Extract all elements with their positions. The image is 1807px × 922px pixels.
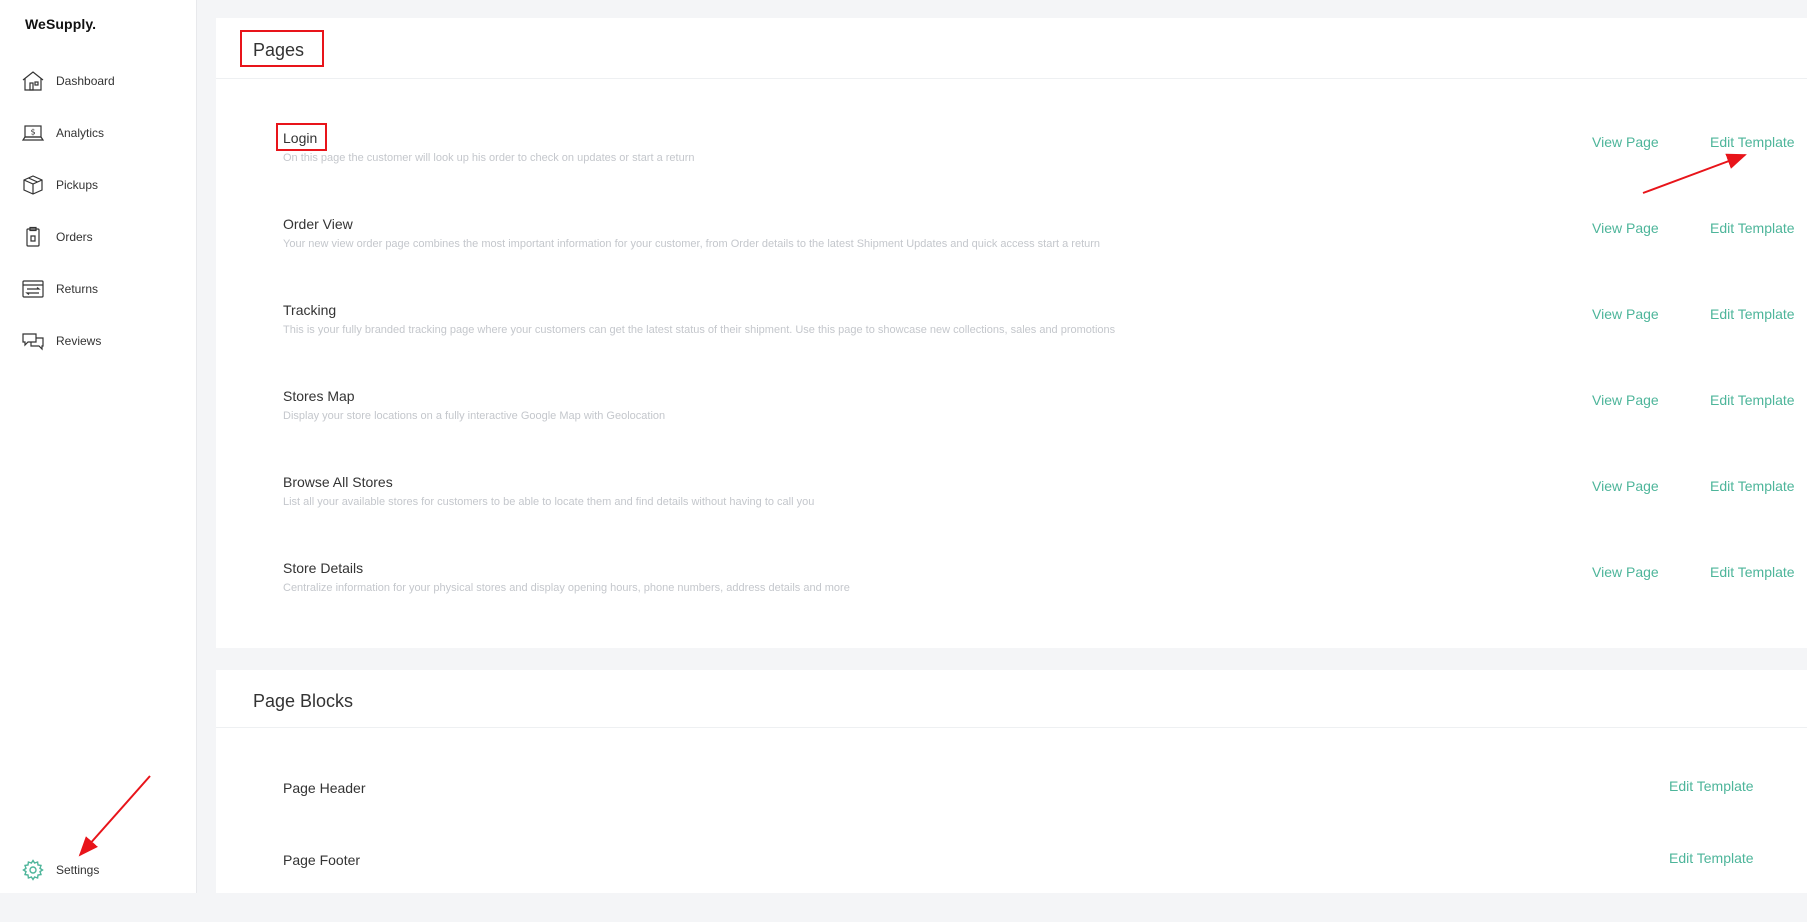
page-row-tracking: Tracking This is your fully branded trac… (216, 302, 1807, 372)
chat-icon (20, 328, 46, 354)
page-row-store-details: Store Details Centralize information for… (216, 560, 1807, 630)
page-blocks-title: Page Blocks (253, 691, 354, 711)
page-row-title: Order View (283, 216, 353, 232)
sidebar-item-returns[interactable]: Returns (20, 274, 98, 304)
block-row-page-footer: Page Footer Edit Template (216, 850, 1807, 922)
page-row-description: List all your available stores for custo… (283, 496, 815, 508)
pages-panel-header: Pages (216, 18, 1807, 79)
edit-template-link[interactable]: Edit Template (1710, 478, 1795, 494)
app-logo: WeSupply. (25, 16, 97, 32)
page-blocks-panel-header: Page Blocks (216, 670, 1807, 728)
page-row-title: Store Details (283, 560, 364, 576)
page-row-browse-all-stores: Browse All Stores List all your availabl… (216, 474, 1807, 544)
page-row-title: Stores Map (283, 388, 355, 404)
sidebar-item-label: Analytics (56, 126, 105, 140)
page-blocks-panel: Page Blocks Page Header Edit Template Pa… (216, 670, 1807, 893)
page-row-description: Centralize information for your physical… (283, 582, 850, 594)
sidebar-item-label: Pickups (56, 178, 99, 192)
edit-template-link[interactable]: Edit Template (1710, 134, 1795, 150)
sidebar-item-label: Dashboard (56, 74, 115, 88)
edit-template-link[interactable]: Edit Template (1710, 564, 1795, 580)
house-icon (20, 68, 46, 94)
sidebar-item-label: Settings (56, 863, 100, 877)
sidebar: WeSupply. Dashboard $ Analytics Pickups (0, 0, 197, 893)
box-icon (20, 172, 46, 198)
page-row-description: This is your fully branded tracking page… (283, 324, 1116, 336)
svg-text:$: $ (30, 128, 35, 137)
page-row-description: Display your store locations on a fully … (283, 410, 666, 422)
sidebar-item-pickups[interactable]: Pickups (20, 170, 98, 200)
view-page-link[interactable]: View Page (1592, 134, 1659, 150)
block-row-page-header: Page Header Edit Template (216, 778, 1807, 850)
sidebar-item-orders[interactable]: Orders (20, 222, 93, 252)
sidebar-item-reviews[interactable]: Reviews (20, 326, 101, 356)
edit-template-link[interactable]: Edit Template (1669, 778, 1754, 794)
page-row-order-view: Order View Your new view order page comb… (216, 216, 1807, 286)
page-row-description: Your new view order page combines the mo… (283, 238, 1101, 250)
sidebar-item-label: Orders (56, 230, 93, 244)
view-page-link[interactable]: View Page (1592, 564, 1659, 580)
page-title: Pages (253, 40, 305, 60)
gear-icon (20, 857, 46, 883)
pages-panel: Pages Login On this page the customer wi… (216, 18, 1807, 648)
laptop-dollar-icon: $ (20, 120, 46, 146)
page-row-stores-map: Stores Map Display your store locations … (216, 388, 1807, 458)
edit-template-link[interactable]: Edit Template (1710, 220, 1795, 236)
clipboard-icon (20, 224, 46, 250)
page-row-title: Browse All Stores (283, 474, 393, 490)
sidebar-item-label: Reviews (56, 334, 102, 348)
page-row-title: Login (283, 130, 318, 146)
view-page-link[interactable]: View Page (1592, 478, 1659, 494)
block-row-title: Page Header (283, 780, 366, 796)
page-row-description: On this page the customer will look up h… (283, 152, 695, 164)
edit-template-link[interactable]: Edit Template (1710, 392, 1795, 408)
edit-template-link[interactable]: Edit Template (1710, 306, 1795, 322)
sidebar-item-dashboard[interactable]: Dashboard (20, 66, 115, 96)
returns-icon (20, 276, 46, 302)
sidebar-item-settings[interactable]: Settings (20, 855, 99, 885)
view-page-link[interactable]: View Page (1592, 220, 1659, 236)
sidebar-item-analytics[interactable]: $ Analytics (20, 118, 104, 148)
page-row-title: Tracking (283, 302, 337, 318)
edit-template-link[interactable]: Edit Template (1669, 850, 1754, 866)
sidebar-item-label: Returns (56, 282, 99, 296)
view-page-link[interactable]: View Page (1592, 306, 1659, 322)
block-row-title: Page Footer (283, 852, 361, 868)
view-page-link[interactable]: View Page (1592, 392, 1659, 408)
page-row-login: Login On this page the customer will loo… (216, 130, 1807, 200)
